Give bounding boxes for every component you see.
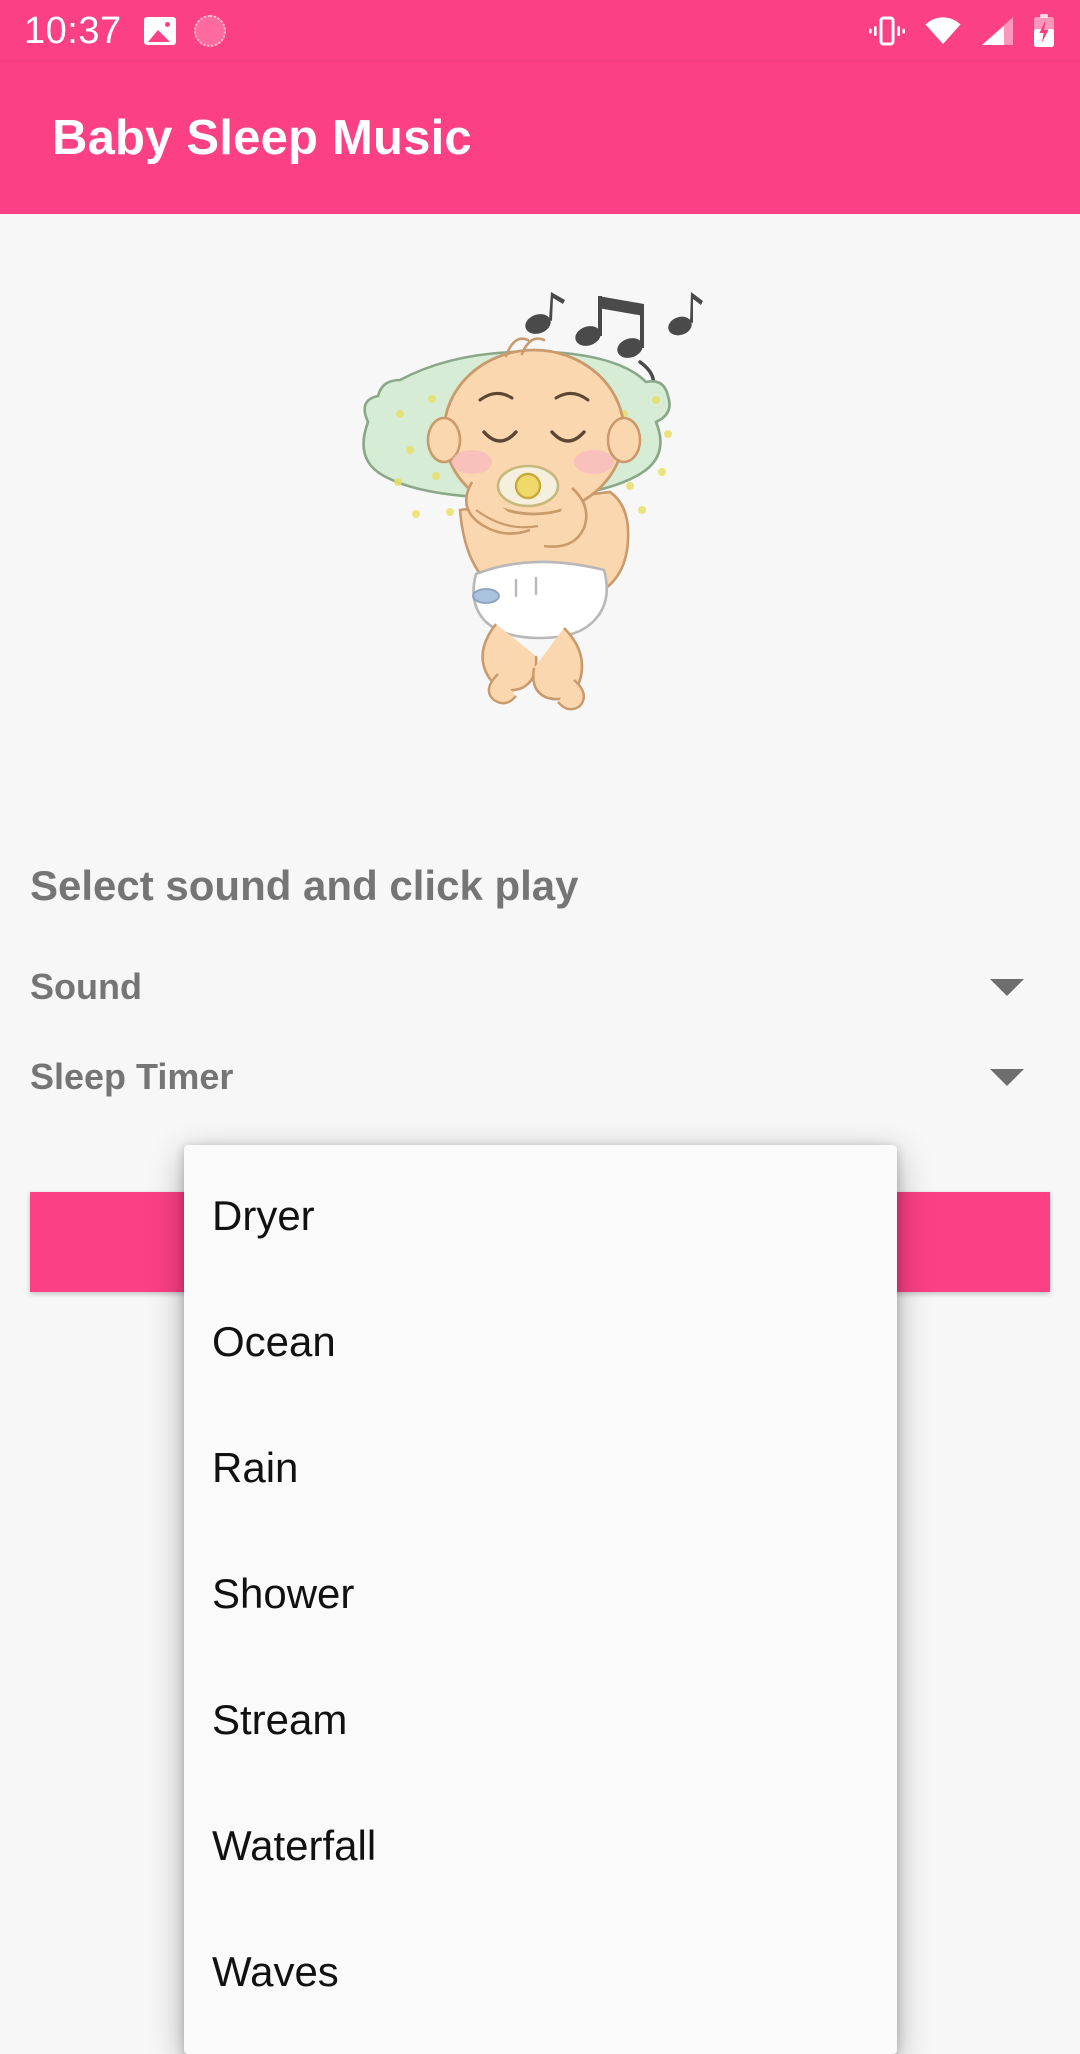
vibrate-icon — [869, 16, 905, 46]
dropdown-item-stream[interactable]: Stream — [184, 1657, 897, 1783]
app-bar: Baby Sleep Music — [0, 62, 1080, 214]
status-bar: 10:37 — [0, 0, 1080, 62]
wifi-icon — [925, 17, 961, 44]
chevron-down-icon[interactable] — [990, 1068, 1024, 1086]
status-bar-notification-icons — [143, 15, 226, 47]
sleep-timer-label: Sleep Timer — [30, 1056, 234, 1097]
status-bar-system-icons — [868, 14, 1056, 48]
chevron-down-icon[interactable] — [990, 978, 1024, 996]
dropdown-item-shower[interactable]: Shower — [184, 1531, 897, 1657]
photo-icon — [143, 17, 176, 45]
dropdown-item-waterfall[interactable]: Waterfall — [184, 1783, 897, 1909]
dropdown-item-dryer[interactable]: Dryer — [184, 1153, 897, 1279]
dropdown-item-ocean[interactable]: Ocean — [184, 1279, 897, 1405]
instruction-heading: Select sound and click play — [30, 862, 579, 909]
sleeping-baby-illustration — [362, 292, 703, 711]
main-content: Select sound and click play Sound Sleep … — [0, 214, 1080, 2054]
circle-badge-icon — [193, 15, 226, 47]
signal-icon — [982, 17, 1013, 45]
dropdown-item-rain[interactable]: Rain — [184, 1405, 897, 1531]
sleep-timer-selector-row[interactable]: Sleep Timer — [30, 1049, 1050, 1105]
sound-label: Sound — [30, 966, 142, 1007]
dropdown-item-waves[interactable]: Waves — [184, 1909, 897, 2035]
sound-dropdown-menu[interactable]: Dryer Ocean Rain Shower Stream Waterfall… — [184, 1145, 897, 2054]
sound-selector-row[interactable]: Sound — [30, 959, 1050, 1015]
battery-charging-icon — [1034, 14, 1054, 47]
app-title: Baby Sleep Music — [52, 111, 472, 165]
status-bar-clock: 10:37 — [24, 10, 122, 52]
